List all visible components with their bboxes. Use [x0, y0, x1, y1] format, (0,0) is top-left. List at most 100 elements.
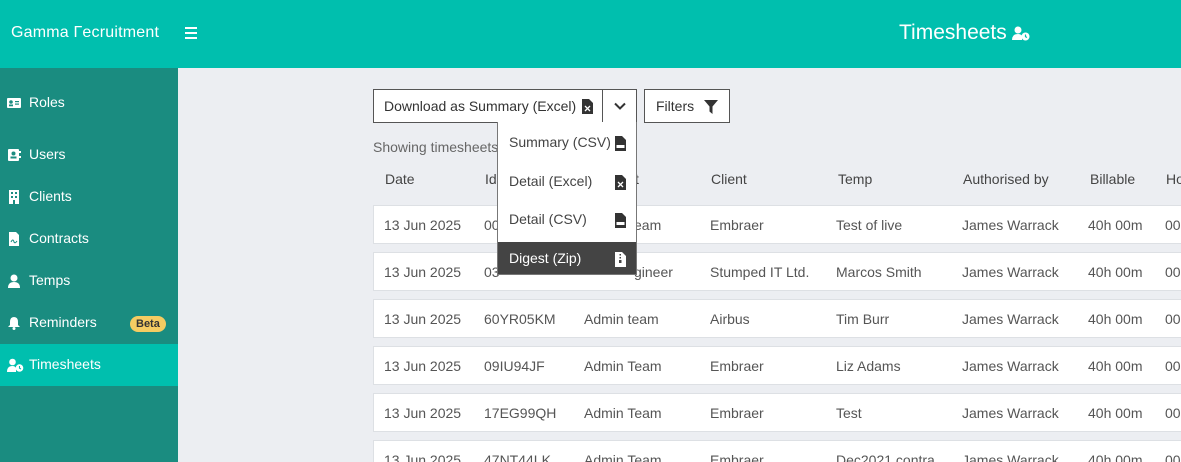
cell-temp: Tim Burr [836, 311, 890, 327]
csv-file-icon [615, 136, 626, 151]
contract-file-icon [9, 232, 19, 246]
cell-billable: 40h 00m [1088, 405, 1143, 421]
sidebar-item-label: Timesheets [29, 356, 101, 372]
cell-client: Airbus [710, 311, 750, 327]
menu-item-detail-csv[interactable]: Detail (CSV) [498, 203, 636, 235]
sidebar-item-clients[interactable]: Clients [0, 176, 178, 218]
sidebar-item-temps[interactable]: Temps [0, 260, 178, 302]
address-card-icon [8, 149, 21, 161]
cell-billable: 40h 00m [1088, 217, 1143, 233]
cell-project: Admin Team [584, 405, 662, 421]
menu-item-detail-excel[interactable]: Detail (Excel) [498, 165, 636, 197]
excel-file-icon [615, 175, 626, 190]
sidebar-item-label: Users [29, 146, 66, 162]
cell-id: 60YR05KM [484, 311, 556, 327]
bell-icon [8, 317, 20, 330]
brand-name[interactable]: Gamma Гecruitment [11, 24, 159, 42]
table-row[interactable]: 13 Jun 2025 17EG99QH Admin Team Embraer … [373, 393, 1181, 432]
cell-project: eam [634, 217, 662, 233]
cell-authorised-by: James Warrack [962, 217, 1059, 233]
sidebar-item-contracts[interactable]: Contracts [0, 218, 178, 260]
cell-billable: 40h 00m [1088, 264, 1143, 280]
table-row[interactable]: 13 Jun 2025 09IU94JF Admin Team Embraer … [373, 346, 1181, 385]
excel-file-icon [582, 99, 593, 114]
menu-item-label: Summary (CSV) [509, 134, 611, 150]
download-button-label: Download as Summary (Excel) [384, 98, 577, 114]
user-clock-icon [7, 358, 24, 372]
cell-date: 13 Jun 2025 [384, 217, 462, 233]
column-header-hours[interactable]: Ho [1166, 171, 1181, 187]
id-card-icon [7, 98, 21, 108]
cell-client: Embraer [710, 358, 764, 374]
column-header-client[interactable]: Client [711, 171, 747, 187]
cell-client: Embraer [710, 452, 764, 462]
sidebar-item-reminders[interactable]: Reminders Beta [0, 302, 178, 344]
cell-date: 13 Jun 2025 [384, 311, 462, 327]
filter-icon [704, 100, 718, 114]
cell-billable: 40h 00m [1088, 311, 1143, 327]
showing-text: Showing timesheets [373, 139, 499, 155]
cell-id: 09IU94JF [484, 358, 545, 374]
cell-authorised-by: James Warrack [962, 311, 1059, 327]
menu-item-label: Digest (Zip) [509, 250, 582, 266]
cell-authorised-by: James Warrack [962, 358, 1059, 374]
building-icon [9, 190, 19, 204]
sidebar-item-timesheets[interactable]: Timesheets [0, 344, 178, 386]
user-clock-icon [1012, 26, 1030, 41]
menu-item-label: Detail (Excel) [509, 173, 593, 189]
sidebar-item-label: Temps [29, 272, 71, 288]
hamburger-icon[interactable] [185, 27, 197, 39]
cell-project: Admin Team [584, 452, 662, 462]
cell-id: 17EG99QH [484, 405, 557, 421]
cell-client: Embraer [710, 405, 764, 421]
cell-date: 13 Jun 2025 [384, 452, 462, 462]
column-header-billable[interactable]: Billable [1090, 171, 1135, 187]
cell-hours: 00 [1165, 358, 1181, 374]
cell-hours: 00 [1165, 405, 1181, 421]
download-options-menu: Summary (CSV) Detail (Excel) Detail (CSV… [497, 122, 637, 275]
beta-badge: Beta [130, 316, 166, 332]
cell-hours: 00 [1165, 452, 1181, 462]
cell-id: 47NT44LK [484, 452, 551, 462]
menu-item-summary-csv[interactable]: Summary (CSV) [498, 126, 636, 158]
column-header-date[interactable]: Date [385, 171, 415, 187]
cell-billable: 40h 00m [1088, 358, 1143, 374]
page-title: Timesheets [899, 21, 1007, 44]
table-row[interactable]: 13 Jun 2025 03 gineer Stumped IT Ltd. Ma… [373, 252, 1181, 291]
download-options-toggle[interactable] [602, 89, 637, 123]
cell-client: Embraer [710, 217, 764, 233]
sidebar: Roles Users Clients Contracts Temps Remi… [0, 68, 178, 462]
table-row[interactable]: 13 Jun 2025 60YR05KM Admin team Airbus T… [373, 299, 1181, 338]
table-row[interactable]: 13 Jun 2025 00 eam Embraer Test of live … [373, 205, 1181, 244]
menu-item-label: Detail (CSV) [509, 211, 587, 227]
cell-project: gineer [634, 264, 673, 280]
sidebar-item-users[interactable]: Users [0, 134, 178, 176]
menu-item-digest-zip[interactable]: Digest (Zip) [498, 242, 636, 274]
download-button[interactable]: Download as Summary (Excel) [373, 89, 603, 123]
chevron-down-icon [614, 102, 626, 110]
table-row[interactable]: 13 Jun 2025 47NT44LK Admin Team Embraer … [373, 440, 1181, 462]
cell-authorised-by: James Warrack [962, 452, 1059, 462]
cell-authorised-by: James Warrack [962, 405, 1059, 421]
sidebar-item-label: Reminders [29, 314, 97, 330]
column-header-temp[interactable]: Temp [838, 171, 872, 187]
cell-client: Stumped IT Ltd. [710, 264, 810, 280]
cell-project: Admin Team [584, 358, 662, 374]
sidebar-item-roles[interactable]: Roles [0, 82, 178, 124]
cell-date: 13 Jun 2025 [384, 358, 462, 374]
cell-temp: Dec2021 contra [836, 452, 935, 462]
cell-date: 13 Jun 2025 [384, 405, 462, 421]
cell-hours: 00 [1165, 264, 1181, 280]
filters-button[interactable]: Filters [644, 89, 730, 123]
cell-hours: 00 [1165, 311, 1181, 327]
cell-temp: Test of live [836, 217, 903, 233]
cell-project: Admin team [584, 311, 659, 327]
filters-button-label: Filters [656, 98, 695, 114]
column-header-id[interactable]: Id [485, 171, 497, 187]
cell-authorised-by: James Warrack [962, 264, 1059, 280]
column-header-authorised-by[interactable]: Authorised by [963, 171, 1049, 187]
cell-hours: 00 [1165, 217, 1181, 233]
cell-billable: 40h 00m [1088, 452, 1143, 462]
table-header: Date Id t Client Temp Authorised by Bill… [373, 171, 1181, 191]
sidebar-item-label: Clients [29, 188, 72, 204]
